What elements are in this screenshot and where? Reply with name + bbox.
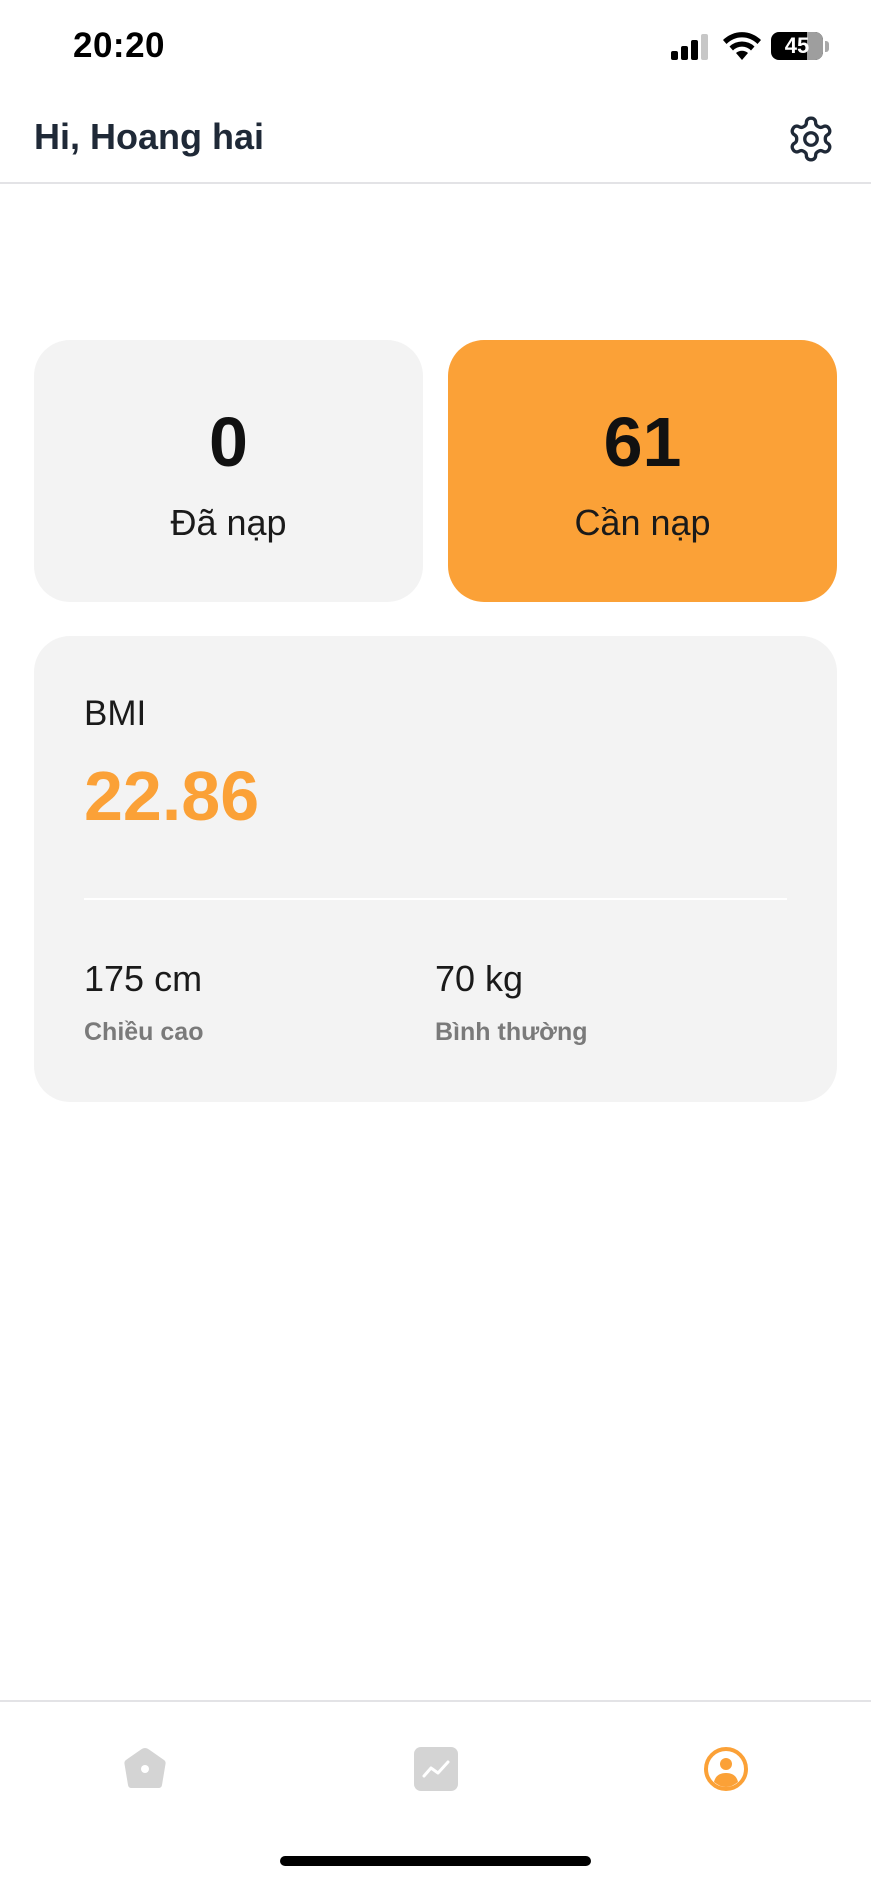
- bmi-divider: [84, 898, 787, 900]
- height-value: 175 cm: [84, 958, 203, 999]
- height-caption: Chiều cao: [84, 1018, 204, 1046]
- battery-level: 45: [784, 33, 810, 58]
- app-header: Hi, Hoang hai: [0, 96, 871, 184]
- bmi-value: 22.86: [84, 757, 260, 835]
- height-metric: 175 cm Chiều cao: [84, 958, 203, 1047]
- greeting-text: Hi, Hoang hai: [34, 116, 265, 157]
- loaded-label: Đã nạp: [170, 502, 287, 543]
- needed-label: Cần nạp: [574, 502, 711, 543]
- weight-value: 70 kg: [435, 958, 524, 999]
- status-bar: 20:20 45: [0, 0, 871, 96]
- needed-value: 61: [603, 403, 682, 481]
- loaded-value: 0: [209, 403, 248, 481]
- needed-calories-card: 61 Cần nạp: [448, 340, 837, 602]
- cellular-signal-icon: [671, 34, 711, 60]
- bmi-label: BMI: [84, 694, 147, 733]
- loaded-calories-card: 0 Đã nạp: [34, 340, 423, 602]
- battery-icon: 45: [771, 32, 823, 60]
- bmi-card: BMI 22.86 175 cm Chiều cao 70 kg Bình th…: [34, 636, 837, 1102]
- battery-cap: [825, 41, 829, 52]
- status-time: 20:20: [73, 26, 166, 65]
- user-circle-icon[interactable]: [701, 1744, 751, 1794]
- weight-metric: 70 kg Bình thường: [435, 958, 588, 1047]
- home-icon[interactable]: [120, 1744, 170, 1794]
- wifi-icon: [723, 32, 761, 60]
- gear-icon[interactable]: [786, 114, 836, 164]
- chart-icon[interactable]: [411, 1744, 461, 1794]
- app-screen: 20:20 45 Hi, Hoang hai 0 Đã nạp 61 Cần n…: [0, 0, 871, 1884]
- weight-caption: Bình thường: [435, 1018, 588, 1046]
- home-indicator[interactable]: [280, 1856, 591, 1866]
